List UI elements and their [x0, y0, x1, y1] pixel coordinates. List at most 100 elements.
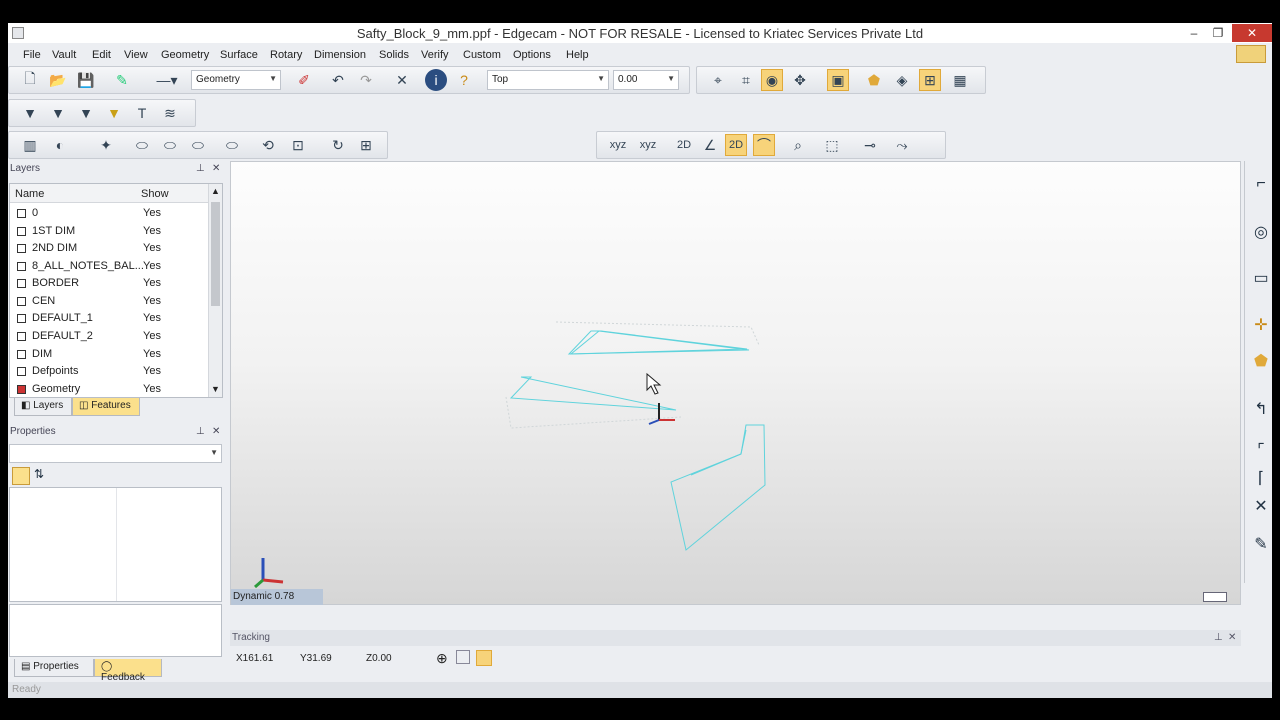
- chamfer-icon[interactable]: ⌈: [1250, 467, 1272, 489]
- tool-2-icon[interactable]: ▼: [47, 102, 69, 124]
- layer-show[interactable]: Yes: [143, 348, 161, 360]
- curve-icon[interactable]: ⌒: [753, 134, 775, 156]
- xyz-abs-button[interactable]: xyz: [605, 134, 631, 156]
- layer-show[interactable]: Yes: [143, 365, 161, 377]
- layer-show[interactable]: Yes: [143, 260, 161, 272]
- tool-1-icon[interactable]: ▼: [19, 102, 41, 124]
- layer-show[interactable]: Yes: [143, 277, 161, 289]
- tool-4-icon[interactable]: ▼: [103, 102, 125, 124]
- delete-entity-icon[interactable]: ✕: [1250, 495, 1272, 517]
- chart-tool-icon[interactable]: ▥: [19, 134, 41, 156]
- tab-feedback[interactable]: ◯ Feedback: [94, 659, 162, 683]
- xyz-inc-button[interactable]: xyz: [635, 134, 661, 156]
- zlevel-combo[interactable]: 0.00 ▼: [613, 70, 679, 90]
- menu-edit[interactable]: Edit: [92, 49, 111, 61]
- delete-icon[interactable]: ✕: [391, 69, 413, 91]
- line-draw-icon[interactable]: ⌐: [1250, 173, 1272, 195]
- snap-move-icon[interactable]: ✥: [789, 69, 811, 91]
- layer-show[interactable]: Yes: [143, 383, 161, 395]
- layer-row[interactable]: CEN Yes: [10, 293, 208, 310]
- box-icon[interactable]: ⬚: [821, 134, 843, 156]
- info-icon[interactable]: i: [425, 69, 447, 91]
- snap-entity-icon[interactable]: ◉: [761, 69, 783, 91]
- properties-selector[interactable]: ▼: [9, 444, 222, 463]
- wireframe-icon[interactable]: ◈: [891, 69, 913, 91]
- col-show-header[interactable]: Show: [141, 188, 169, 200]
- fillet-icon[interactable]: ⌜: [1250, 439, 1272, 461]
- restore-button[interactable]: ❐: [1208, 24, 1228, 42]
- close-button[interactable]: ✕: [1232, 24, 1272, 42]
- scroll-down-icon[interactable]: ▼: [211, 384, 220, 394]
- layer-row[interactable]: DIM Yes: [10, 346, 208, 363]
- layer-show[interactable]: Yes: [143, 225, 161, 237]
- edit-curve-icon[interactable]: ⤳: [891, 134, 913, 156]
- scroll-thumb[interactable]: [211, 202, 220, 306]
- layer-row[interactable]: 1ST DIM Yes: [10, 223, 208, 240]
- menu-geometry[interactable]: Geometry: [161, 49, 209, 61]
- layer-show[interactable]: Yes: [143, 312, 161, 324]
- shape-4-icon[interactable]: ⬭: [221, 134, 243, 156]
- tool-3-icon[interactable]: ▼: [75, 102, 97, 124]
- color-picker-icon[interactable]: ✎: [111, 69, 133, 91]
- layer-row[interactable]: 2ND DIM Yes: [10, 240, 208, 257]
- feature-tool-icon[interactable]: ✦: [95, 134, 117, 156]
- rectangle-icon[interactable]: ▭: [1250, 267, 1272, 289]
- transform-icon[interactable]: ⟲: [257, 134, 279, 156]
- sort-az-icon[interactable]: ⇅: [34, 467, 44, 481]
- eraser-icon[interactable]: ✐: [293, 69, 315, 91]
- shape-3-icon[interactable]: ⬭: [187, 134, 209, 156]
- 2d-mode-button[interactable]: 2D: [725, 134, 747, 156]
- array-icon[interactable]: ⊡: [287, 134, 309, 156]
- open-folder-icon[interactable]: 📂: [47, 69, 69, 91]
- tab-features[interactable]: ◫ Features: [72, 398, 140, 416]
- group-icon[interactable]: ⊞: [355, 134, 377, 156]
- grid-icon[interactable]: ▦: [949, 69, 971, 91]
- menu-help[interactable]: Help: [566, 49, 589, 61]
- save-icon[interactable]: 💾: [75, 69, 97, 91]
- menu-rotary[interactable]: Rotary: [270, 49, 302, 61]
- layer-combo[interactable]: Geometry ▼: [191, 70, 281, 90]
- solid-view-icon[interactable]: ▣: [827, 69, 849, 91]
- scroll-up-icon[interactable]: ▲: [211, 186, 220, 196]
- view-combo[interactable]: Top ▼: [487, 70, 609, 90]
- rotate-icon[interactable]: ↻: [327, 134, 349, 156]
- line-tool-icon[interactable]: ⊸: [859, 134, 881, 156]
- graphics-viewport[interactable]: Dynamic 0.78: [230, 161, 1241, 605]
- menu-solids[interactable]: Solids: [379, 49, 409, 61]
- line-style-icon[interactable]: —▾: [149, 69, 185, 91]
- panel-close-icon[interactable]: ✕: [212, 426, 220, 437]
- tab-layers[interactable]: ◧ Layers: [14, 398, 72, 416]
- snap-grid-icon[interactable]: ⌗: [735, 69, 757, 91]
- menu-vault[interactable]: Vault: [52, 49, 76, 61]
- tracking-snap-icon[interactable]: [476, 650, 492, 666]
- tool-6-icon[interactable]: ≋: [159, 102, 181, 124]
- layer-row[interactable]: DEFAULT_2 Yes: [10, 328, 208, 345]
- snap-tool-icon[interactable]: ⌖: [707, 69, 729, 91]
- tab-properties[interactable]: ▤ Properties: [14, 659, 94, 677]
- layer-row[interactable]: 0 Yes: [10, 205, 208, 222]
- redo-icon[interactable]: ↷: [355, 69, 377, 91]
- cpl-icon[interactable]: ⊞: [919, 69, 941, 91]
- edit-icon[interactable]: ✎: [1250, 533, 1272, 555]
- tracking-tool-icon[interactable]: [456, 650, 470, 664]
- menu-view[interactable]: View: [124, 49, 148, 61]
- layer-show[interactable]: Yes: [143, 207, 161, 219]
- layer-show[interactable]: Yes: [143, 295, 161, 307]
- quick-tools-icon[interactable]: [1236, 45, 1266, 63]
- panel-close-icon[interactable]: ✕: [1228, 632, 1236, 643]
- circle-icon[interactable]: ◎: [1250, 221, 1272, 243]
- measure-icon[interactable]: ⌕: [787, 134, 809, 156]
- layer-row[interactable]: DEFAULT_1 Yes: [10, 310, 208, 327]
- layer-row[interactable]: 8_ALL_NOTES_BAL... Yes: [10, 258, 208, 275]
- layers-scrollbar[interactable]: ▲ ▼: [208, 184, 222, 397]
- pin-icon[interactable]: ⊥: [1214, 632, 1223, 643]
- shape-2-icon[interactable]: ⬭: [159, 134, 181, 156]
- menu-custom[interactable]: Custom: [463, 49, 501, 61]
- globe-icon[interactable]: ⊕: [436, 650, 448, 667]
- pin-icon[interactable]: ⊥: [196, 163, 205, 174]
- layer-show[interactable]: Yes: [143, 242, 161, 254]
- menu-dimension[interactable]: Dimension: [314, 49, 366, 61]
- menu-surface[interactable]: Surface: [220, 49, 258, 61]
- layer-row[interactable]: Geometry Yes: [10, 381, 208, 398]
- shaded-view-icon[interactable]: ⬟: [863, 69, 885, 91]
